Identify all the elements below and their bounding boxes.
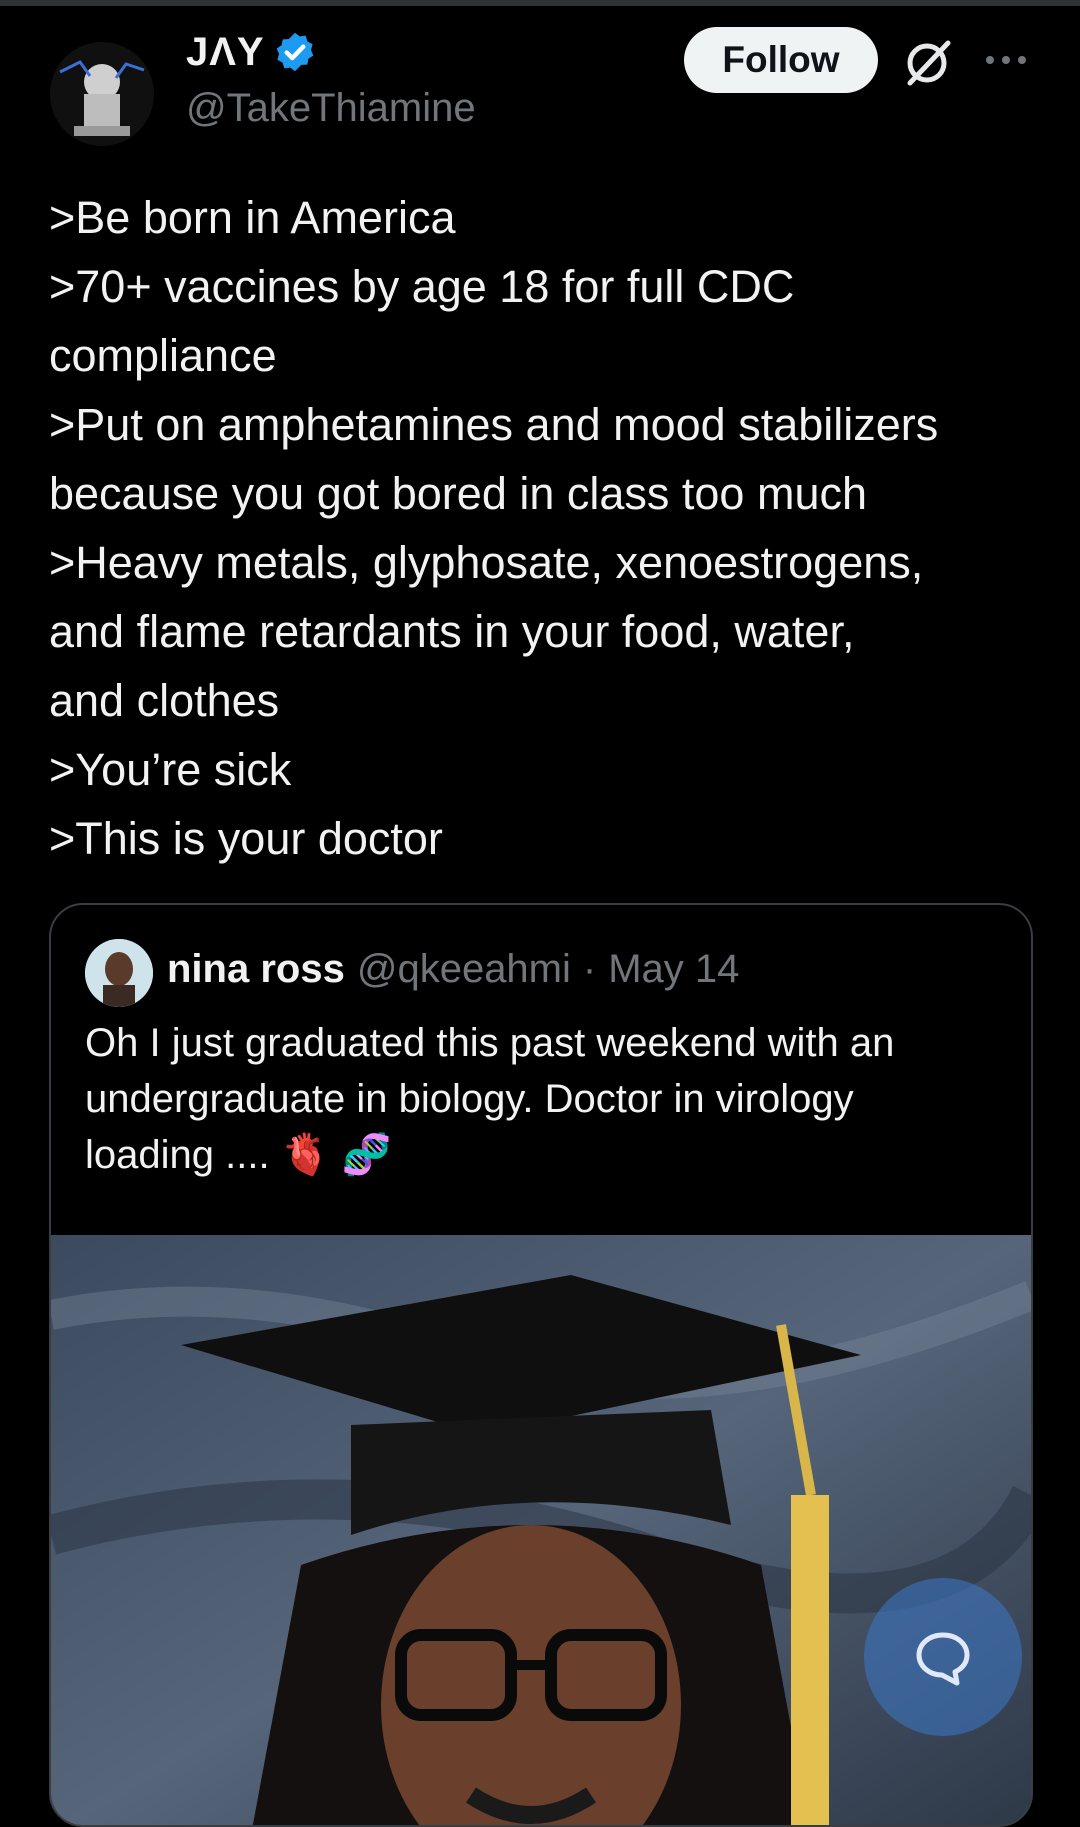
quoted-header: nina ross @qkeeahmi · May 14 (167, 947, 739, 992)
tweet-line: >You’re sick (49, 744, 292, 795)
more-icon[interactable] (982, 48, 1030, 72)
author-avatar[interactable] (50, 42, 154, 146)
quoted-author-avatar[interactable] (85, 939, 153, 1007)
tweet-text: >Be born in America >70+ vaccines by age… (49, 183, 1059, 873)
author-avatar-art (50, 42, 154, 146)
tweet-line: >Heavy metals, glyphosate, xenoestrogens… (49, 537, 924, 588)
quoted-text: Oh I just graduated this past weekend wi… (85, 1015, 1005, 1183)
reply-bubble-icon (916, 1632, 970, 1686)
meta-separator: · (582, 947, 597, 991)
quoted-avatar-art (85, 939, 153, 1007)
quoted-line: loading .... 🫀 🧬 (85, 1133, 392, 1177)
follow-button[interactable]: Follow (684, 27, 878, 93)
author-name[interactable]: JΛY (186, 30, 265, 75)
grok-icon[interactable] (900, 35, 954, 89)
quoted-date[interactable]: May 14 (608, 947, 739, 992)
top-divider (0, 0, 1080, 6)
tweet-line: >70+ vaccines by age 18 for full CDC (49, 261, 795, 312)
author-name-row: JΛY (186, 28, 317, 76)
tweet-line: compliance (49, 330, 277, 381)
tweet-line: >Put on amphetamines and mood stabilizer… (49, 399, 939, 450)
quoted-media-image[interactable] (51, 1235, 1031, 1825)
reply-floating-button[interactable] (864, 1578, 1022, 1736)
tweet-line: and flame retardants in your food, water… (49, 606, 855, 657)
quoted-line: undergraduate in biology. Doctor in viro… (85, 1077, 854, 1121)
tweet-line: because you got bored in class too much (49, 468, 867, 519)
quoted-line: Oh I just graduated this past weekend wi… (85, 1021, 895, 1065)
tweet-line: >Be born in America (49, 192, 456, 243)
author-handle[interactable]: @TakeThiamine (186, 86, 476, 131)
quoted-author-name[interactable]: nina ross (167, 947, 345, 992)
tweet-line: >This is your doctor (49, 813, 443, 864)
tweet-line: and clothes (49, 675, 280, 726)
quoted-author-handle[interactable]: @qkeeahmi (357, 947, 571, 992)
verified-badge-icon (276, 32, 313, 72)
graduation-photo (51, 1235, 1031, 1825)
